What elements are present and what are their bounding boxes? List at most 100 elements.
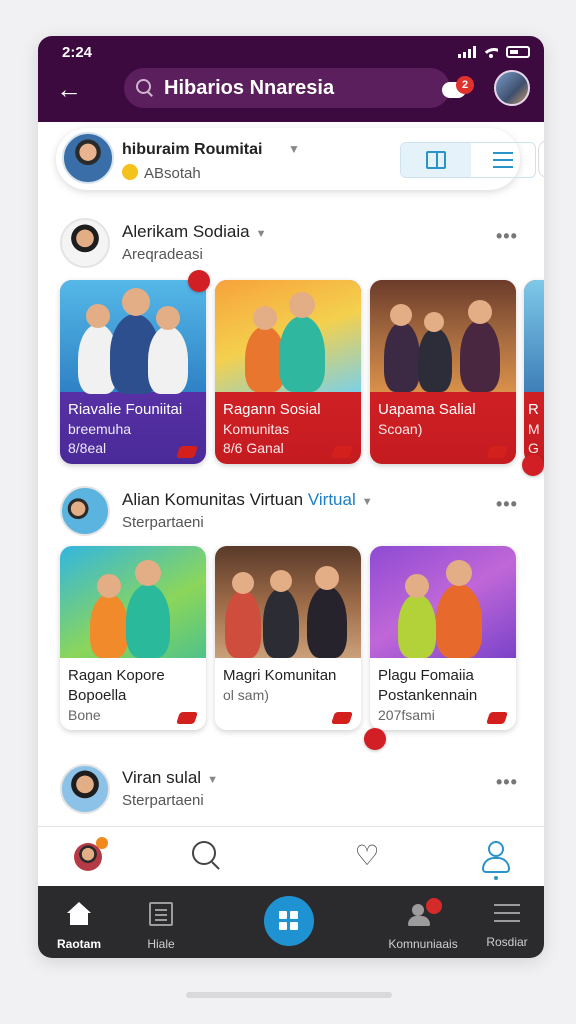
card-image xyxy=(524,280,544,392)
group-title: Alerikam Sodiaia ▼ xyxy=(122,222,266,242)
community-card-partial[interactable]: R M G xyxy=(524,280,544,464)
heart-icon[interactable]: ♡ xyxy=(350,839,384,873)
list-view-button[interactable] xyxy=(471,143,535,177)
group-header[interactable]: Viran sulal ▼ Sterpartaeni ••• xyxy=(38,756,544,818)
nav-label: Raotam xyxy=(56,937,101,951)
community-card[interactable]: Uapama Salial Scoan) xyxy=(370,280,516,464)
person-icon[interactable] xyxy=(478,839,512,873)
card-image xyxy=(60,280,206,394)
home-indicator[interactable] xyxy=(186,992,392,998)
group-header[interactable]: Alian Komunitas Virtuan Virtual ▼ Sterpar… xyxy=(38,478,544,540)
notification-button[interactable]: 2 xyxy=(442,76,474,102)
card-title: Plagu Fomaiia xyxy=(378,667,474,684)
heart-reaction-icon xyxy=(522,454,544,476)
card-subtitle: breemuha xyxy=(68,421,132,437)
quick-actions-bar: ♡ xyxy=(38,826,544,886)
nav-communities[interactable]: Komnuniaais xyxy=(378,898,468,951)
profile-name: hiburaim Roumitai xyxy=(122,141,263,158)
search-query: Hibarios Nnaresia xyxy=(164,76,335,99)
card-title: Riavalie Founiitai xyxy=(68,401,183,418)
card-subtitle: M xyxy=(528,421,540,437)
group-title-text: Alian Komunitas Virtuan xyxy=(122,490,304,509)
profile-card[interactable]: hiburaim Roumitai ▼ ABsotah xyxy=(56,128,536,190)
chevron-down-icon[interactable]: ▼ xyxy=(256,228,267,240)
chevron-down-icon[interactable]: ▼ xyxy=(207,774,218,786)
community-card[interactable]: Magri Komunitan ol sam) xyxy=(215,546,361,730)
search-icon xyxy=(136,79,154,97)
community-icon xyxy=(408,898,442,926)
nav-home[interactable]: Raotam xyxy=(38,902,124,951)
grid-view-button[interactable] xyxy=(401,143,471,177)
top-bar: 2:24 ← Hibarios Nnaresia 2 xyxy=(38,36,544,122)
group-title: Alian Komunitas Virtuan Virtual ▼ xyxy=(122,490,373,510)
more-options-icon[interactable]: ••• xyxy=(496,494,518,515)
menu-icon xyxy=(494,904,520,924)
view-toggle[interactable] xyxy=(400,142,536,178)
nav-files[interactable]: Hiale xyxy=(116,902,206,951)
group-card-row: Riavalie Founiitai breemuha 8/8eal Ragan… xyxy=(38,280,544,470)
card-subtitle: Komunitas xyxy=(223,421,290,437)
more-options-icon[interactable]: ••• xyxy=(496,772,518,793)
chevron-down-icon[interactable]: ▼ xyxy=(362,496,373,508)
back-arrow-icon[interactable]: ← xyxy=(56,76,86,102)
community-card[interactable]: Riavalie Founiitai breemuha 8/8eal xyxy=(60,280,206,464)
nav-label: Komnuniaais xyxy=(388,937,458,951)
nav-menu[interactable]: Rosdiar xyxy=(462,902,544,949)
card-image xyxy=(60,546,206,658)
card-image xyxy=(370,280,516,392)
battery-icon xyxy=(506,46,530,58)
document-icon xyxy=(149,902,173,926)
card-image xyxy=(215,280,361,392)
group-subtitle: Sterpartaeni xyxy=(122,792,204,809)
phone-screen: 2:24 ← Hibarios Nnaresia 2 hiburaim Roum… xyxy=(38,36,544,958)
card-subtitle: ol sam) xyxy=(223,687,269,703)
profile-tab-badge xyxy=(96,837,108,849)
group-avatar xyxy=(60,764,110,814)
nav-label: Rosdiar xyxy=(486,935,528,949)
account-avatar[interactable] xyxy=(494,70,530,106)
community-card[interactable]: Plagu Fomaiia Postankennain 207fsami xyxy=(370,546,516,730)
group-title-text: Alerikam Sodiaia xyxy=(122,222,250,241)
community-badge xyxy=(426,898,442,914)
home-icon xyxy=(65,902,93,926)
side-scroll-handle[interactable] xyxy=(538,140,544,178)
profile-avatar xyxy=(62,132,114,184)
search-icon[interactable] xyxy=(190,839,224,873)
heart-reaction-icon xyxy=(188,270,210,292)
active-tab-indicator xyxy=(494,876,498,880)
profile-subtitle-text: ABsotah xyxy=(144,165,201,182)
status-time: 2:24 xyxy=(62,43,93,61)
signal-icon xyxy=(458,46,476,58)
notification-badge: 2 xyxy=(456,76,474,94)
grid-menu-button[interactable] xyxy=(264,896,314,946)
community-card[interactable]: Ragann Sosial Komunitas 8/6 Ganal xyxy=(215,280,361,464)
chevron-down-icon[interactable]: ▼ xyxy=(288,142,300,156)
group-title-text: Viran sulal xyxy=(122,768,202,787)
group-title: Viran sulal ▼ xyxy=(122,768,218,788)
status-bar: 2:24 xyxy=(62,42,530,62)
heart-reaction-icon xyxy=(364,728,386,750)
card-title: Ragann Sosial xyxy=(223,401,321,418)
wifi-icon xyxy=(484,46,498,58)
group-avatar xyxy=(60,486,110,536)
status-icons xyxy=(458,46,530,58)
profile-subtitle: ABsotah xyxy=(122,164,201,182)
card-title-line2: Postankennain xyxy=(378,687,478,704)
card-image xyxy=(215,546,361,658)
card-title: Uapama Salial xyxy=(378,401,476,418)
group-title-highlight: Virtual xyxy=(307,490,356,509)
card-title: Magri Komunitan xyxy=(223,667,337,684)
smiley-icon xyxy=(122,164,138,180)
community-card[interactable]: Ragan Kopore Bopoella Bone xyxy=(60,546,206,730)
group-header[interactable]: Alerikam Sodiaia ▼ Areqradeasi ••• xyxy=(38,210,544,272)
group-subtitle: Sterpartaeni xyxy=(122,514,204,531)
card-title: Ragan Kopore xyxy=(68,667,165,684)
group-subtitle: Areqradeasi xyxy=(122,246,203,263)
bottom-navigation: Raotam Hiale Komnuniaais Rosdiar xyxy=(38,886,544,958)
card-title: R xyxy=(528,401,539,418)
more-options-icon[interactable]: ••• xyxy=(496,226,518,247)
grid-view-icon xyxy=(426,151,446,169)
card-image xyxy=(370,546,516,658)
group-card-row: Ragan Kopore Bopoella Bone Magri Komunit… xyxy=(38,546,544,736)
search-bar[interactable]: Hibarios Nnaresia xyxy=(124,68,450,108)
